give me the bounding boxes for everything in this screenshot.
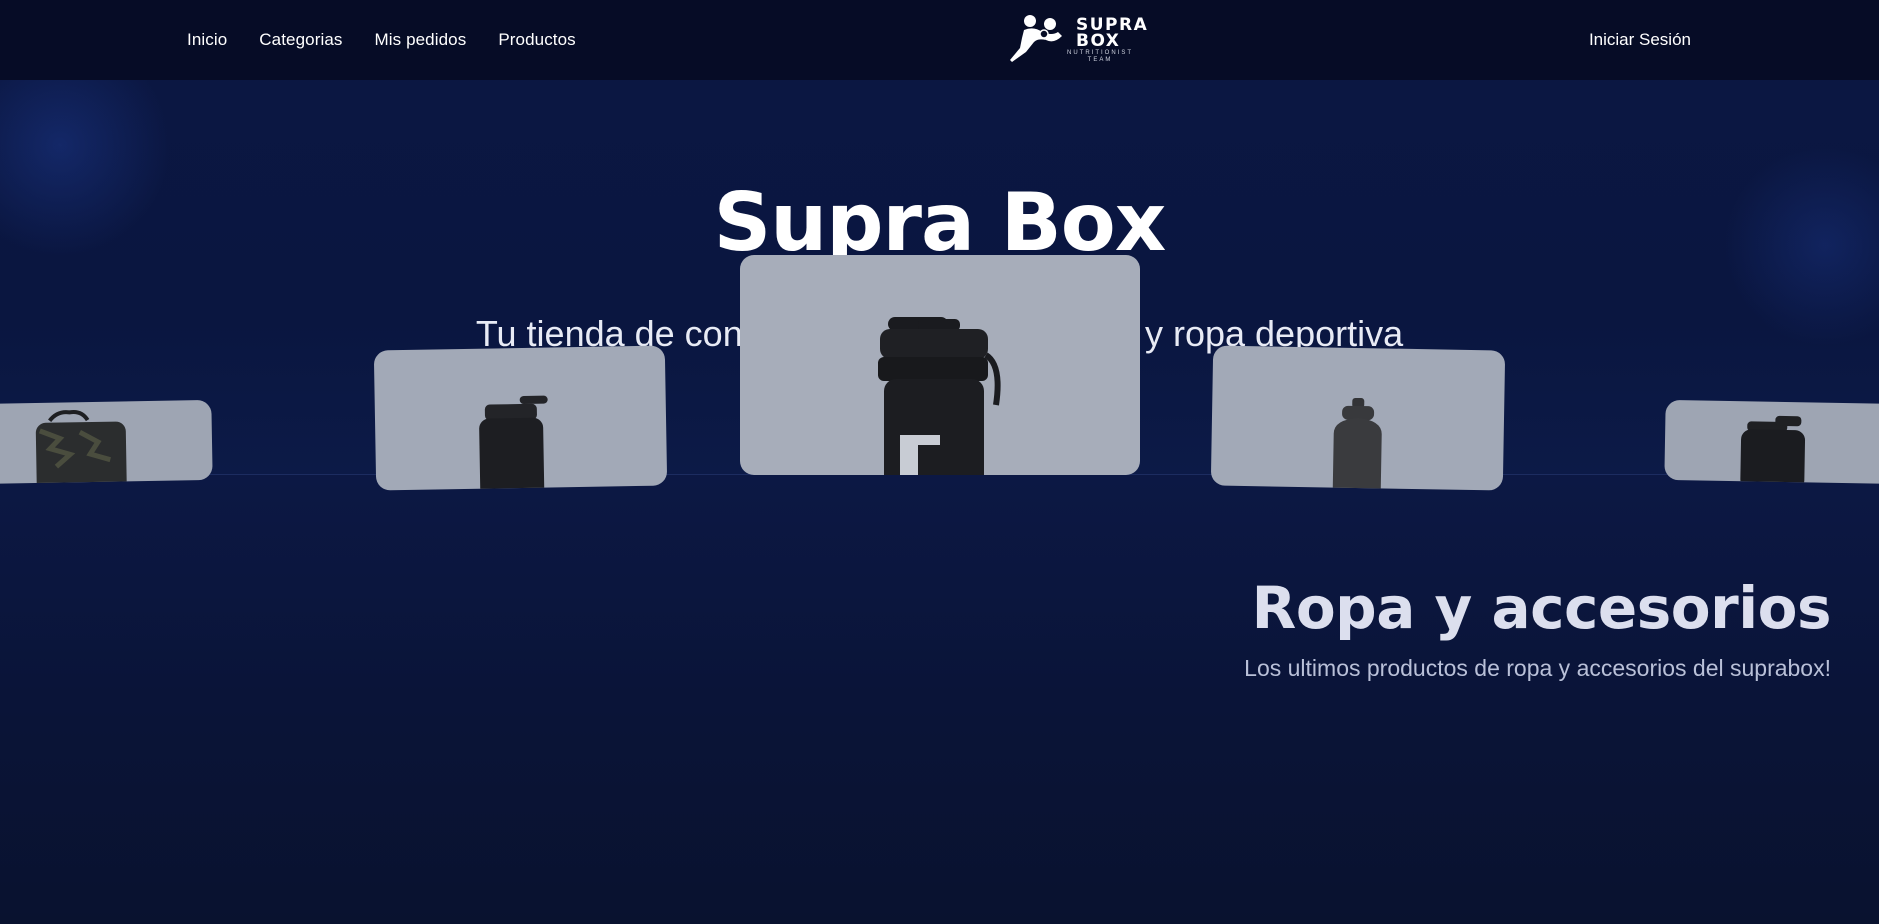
login-link[interactable]: Iniciar Sesión [1589, 0, 1691, 80]
product-card-bag[interactable] [0, 399, 213, 485]
logo-line-2: BOX [1076, 31, 1121, 51]
nav-link-categorias[interactable]: Categorias [259, 30, 342, 50]
nav-link-productos[interactable]: Productos [498, 30, 575, 50]
shaker-large-image [878, 317, 1001, 475]
logo-tagline-2: TEAM [1087, 57, 1113, 63]
bag-image [35, 410, 127, 485]
brand-logo[interactable]: SUPRA BOX NUTRITIONIST TEAM [1008, 12, 1148, 66]
navbar: Inicio Categorias Mis pedidos Productos … [0, 0, 1879, 80]
product-card-shaker-side[interactable] [1664, 399, 1879, 485]
product-card-shaker-small[interactable] [373, 345, 668, 491]
product-card-shaker-featured[interactable] [740, 255, 1140, 475]
shaker-side-image [1740, 415, 1806, 485]
shaker-image [479, 395, 548, 491]
logo-tagline: NUTRITIONIST TEAM [1060, 50, 1140, 64]
section-title: Ropa y accesorios [1251, 574, 1832, 642]
bottle-image [1332, 397, 1382, 491]
nav-link-mis-pedidos[interactable]: Mis pedidos [375, 30, 467, 50]
logo-tagline-1: NUTRITIONIST [1067, 50, 1133, 56]
main-nav: Inicio Categorias Mis pedidos Productos [187, 0, 576, 80]
section-subtitle: Los ultimos productos de ropa y accesori… [1244, 655, 1831, 681]
products-section: Ropa y accesorios Los ultimos productos … [0, 475, 1879, 924]
logo-wordmark: SUPRA BOX [1076, 17, 1148, 51]
product-card-bottle[interactable] [1210, 345, 1506, 491]
nav-link-inicio[interactable]: Inicio [187, 30, 227, 50]
